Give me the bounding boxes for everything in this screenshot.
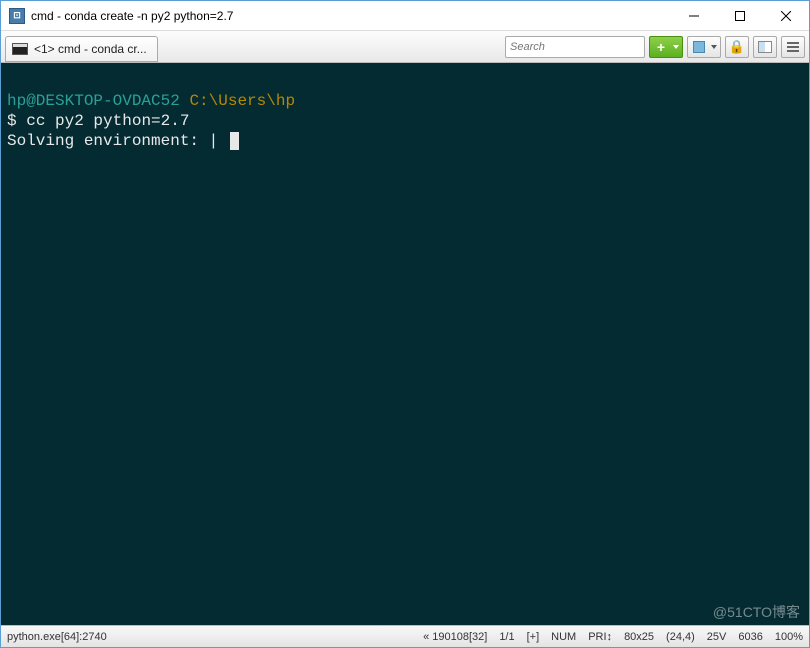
close-icon: [781, 11, 791, 21]
menu-button[interactable]: [781, 36, 805, 58]
toolbar: <1> cmd - conda cr... + 🔒: [1, 31, 809, 63]
status-num: NUM: [551, 631, 576, 643]
lock-icon: 🔒: [729, 39, 745, 55]
maximize-icon: [735, 11, 745, 21]
prompt-symbol: $: [7, 112, 17, 130]
tab-label: <1> cmd - conda cr...: [34, 42, 147, 56]
view-mode-button[interactable]: [687, 36, 721, 58]
app-icon: ⊡: [9, 8, 25, 24]
chevron-down-icon: [711, 45, 717, 49]
command-text: cc py2 python=2.7: [26, 112, 189, 130]
lock-button[interactable]: 🔒: [725, 36, 749, 58]
maximize-button[interactable]: [717, 1, 763, 30]
split-icon: [758, 41, 772, 53]
menu-icon: [787, 42, 799, 52]
status-count: 6036: [738, 631, 762, 643]
titlebar-left: ⊡ cmd - conda create -n py2 python=2.7: [1, 8, 671, 24]
status-volt: 25V: [707, 631, 727, 643]
close-button[interactable]: [763, 1, 809, 30]
status-pri: PRI↕: [588, 631, 612, 643]
status-date: « 190108[32]: [423, 631, 487, 643]
prompt-path: C:\Users\hp: [189, 92, 295, 110]
cursor: [230, 132, 239, 150]
search-box[interactable]: [505, 36, 645, 58]
new-console-button[interactable]: +: [649, 36, 683, 58]
status-right: « 190108[32] 1/1 [+] NUM PRI↕ 80x25 (24,…: [107, 631, 803, 643]
status-size: 80x25: [624, 631, 654, 643]
status-pages: 1/1: [499, 631, 514, 643]
titlebar[interactable]: ⊡ cmd - conda create -n py2 python=2.7: [1, 1, 809, 31]
window-icon: [693, 41, 705, 53]
minimize-icon: [689, 11, 699, 21]
split-button[interactable]: [753, 36, 777, 58]
status-insert: [+]: [527, 631, 540, 643]
window-title: cmd - conda create -n py2 python=2.7: [31, 9, 233, 23]
minimize-button[interactable]: [671, 1, 717, 30]
chevron-down-icon: [673, 45, 679, 49]
window-controls: [671, 1, 809, 30]
console-icon: [12, 43, 28, 55]
statusbar: python.exe[64]:2740 « 190108[32] 1/1 [+]…: [1, 625, 809, 647]
output-line: Solving environment: |: [7, 132, 218, 150]
console-tab[interactable]: <1> cmd - conda cr...: [5, 36, 158, 62]
status-zoom: 100%: [775, 631, 803, 643]
prompt-user: hp@DESKTOP-OVDAC52: [7, 92, 180, 110]
status-pos: (24,4): [666, 631, 695, 643]
plus-icon: +: [657, 40, 665, 54]
status-process: python.exe[64]:2740: [7, 631, 107, 643]
search-input[interactable]: [510, 41, 653, 53]
terminal-output[interactable]: hp@DESKTOP-OVDAC52 C:\Users\hp $ cc py2 …: [1, 63, 809, 625]
app-window: ⊡ cmd - conda create -n py2 python=2.7 <…: [0, 0, 810, 648]
